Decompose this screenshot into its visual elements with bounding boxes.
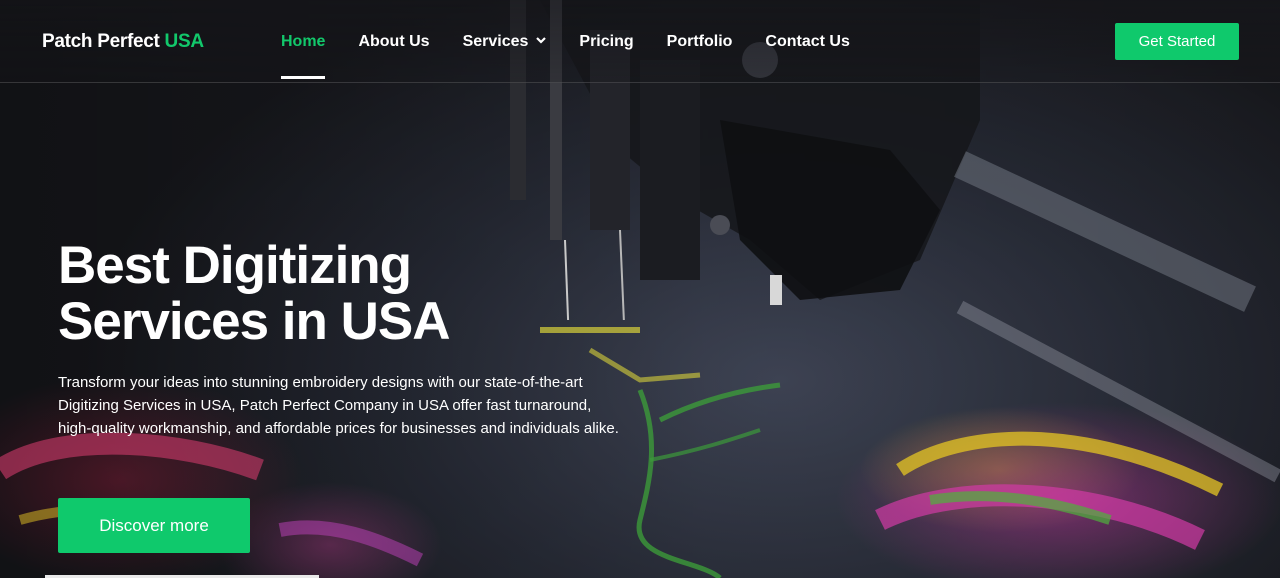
nav-item-portfolio[interactable]: Portfolio xyxy=(667,33,733,51)
get-started-button[interactable]: Get Started xyxy=(1115,23,1239,60)
main-menu: Home About Us Services Pricing Portfolio… xyxy=(281,33,883,79)
chevron-down-icon xyxy=(536,37,547,44)
brand-accent: USA xyxy=(164,31,205,52)
nav-item-services[interactable]: Services xyxy=(463,33,547,51)
nav-item-label: Services xyxy=(462,33,529,50)
top-navbar: Patch Perfect USA Home About Us Services… xyxy=(0,0,1280,83)
brand-logo[interactable]: Patch Perfect USA xyxy=(42,31,204,53)
nav-item-label: Portfolio xyxy=(666,33,733,50)
hero-description: Transform your ideas into stunning embro… xyxy=(58,374,619,437)
hero-section: Patch Perfect USA Home About Us Services… xyxy=(0,0,1280,578)
nav-item-label: Home xyxy=(281,33,326,50)
nav-item-label: Contact Us xyxy=(765,33,850,50)
hero-title-line: Services in USA xyxy=(58,292,451,351)
brand-name: Patch Perfect xyxy=(42,31,160,52)
nav-item-home[interactable]: Home xyxy=(281,33,326,79)
nav-item-label: Pricing xyxy=(579,33,634,50)
nav-item-about-us[interactable]: About Us xyxy=(358,33,429,51)
nav-item-pricing[interactable]: Pricing xyxy=(579,33,633,51)
hero-title-line: Best Digitizing xyxy=(58,236,412,295)
nav-item-contact-us[interactable]: Contact Us xyxy=(765,33,849,51)
hero-title: Best Digitizing Services in USA xyxy=(58,238,618,350)
nav-item-label: About Us xyxy=(358,33,430,50)
discover-more-button[interactable]: Discover more xyxy=(58,498,250,553)
